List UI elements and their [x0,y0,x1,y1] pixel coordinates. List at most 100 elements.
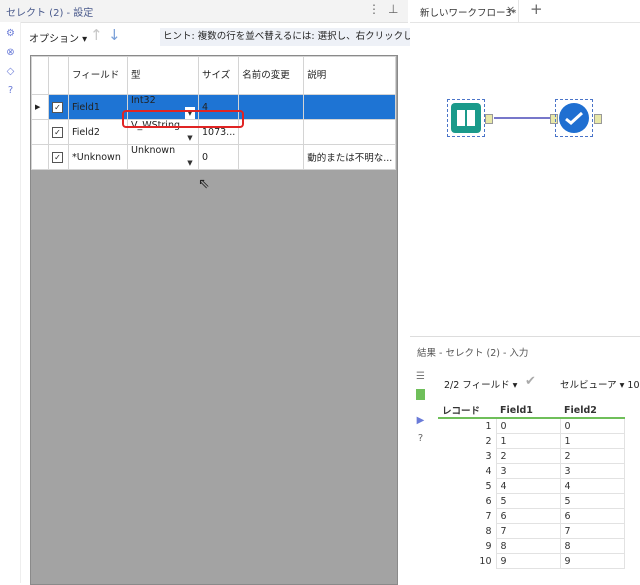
column-header-field1[interactable]: Field1 [496,403,560,419]
rename-cell[interactable] [238,94,305,120]
row-selector[interactable] [31,119,49,145]
data-cell[interactable]: 6 [495,508,561,524]
record-number-cell[interactable]: 9 [438,539,496,554]
record-number-cell[interactable]: 8 [438,524,496,539]
tag-icon[interactable]: ◇ [5,66,16,77]
row-selector[interactable] [31,144,49,170]
column-header-size[interactable]: サイズ [197,56,240,95]
output-anchor[interactable] [485,114,493,124]
column-header-type[interactable]: 型 [127,56,199,95]
record-number-cell[interactable]: 3 [438,449,496,464]
data-cell[interactable]: 0 [495,417,561,434]
help-icon[interactable]: ? [415,433,426,444]
data-cell[interactable]: 7 [559,523,625,539]
more-options-icon[interactable]: ⋮ [368,2,380,16]
table-row[interactable]: 655 [438,493,625,509]
row-checkbox[interactable]: ✓ [48,119,69,145]
checkbox-checked-icon[interactable]: ✓ [52,101,63,113]
checkbox-checked-icon[interactable]: ✓ [52,126,63,138]
pin-icon[interactable]: ⊥ [388,2,398,16]
move-down-icon[interactable]: ↓ [108,26,121,44]
close-icon[interactable]: × [506,3,515,16]
list-icon[interactable]: ☰ [415,371,426,382]
field-name-cell[interactable]: Field2 [68,119,128,145]
move-up-icon[interactable]: ↑ [90,26,103,44]
input-tool[interactable] [447,99,485,137]
workflow-canvas[interactable] [410,23,640,333]
data-cell[interactable]: 8 [559,538,625,554]
tag-icon[interactable]: ▶ [415,415,426,426]
type-dropdown-icon[interactable]: ▼ [185,132,195,144]
field-name-cell[interactable]: Field1 [68,94,128,120]
table-row[interactable]: 877 [438,523,625,539]
gear-icon[interactable]: ⚙ [5,28,16,39]
rename-cell[interactable] [238,144,305,170]
table-row[interactable]: 988 [438,538,625,554]
table-row[interactable]: 322 [438,448,625,464]
data-cell[interactable]: 5 [559,493,625,509]
options-button[interactable]: オプション ▾ [29,30,87,45]
table-row[interactable]: 10 9 9 [438,553,625,569]
table-row[interactable]: 544 [438,478,625,494]
record-number-cell[interactable]: 7 [438,509,496,524]
column-header-field[interactable]: フィールド [68,56,128,95]
type-cell[interactable]: Unknown ▼ [127,144,199,170]
record-number-cell[interactable]: 6 [438,494,496,509]
description-cell[interactable] [303,119,397,145]
table-row[interactable]: 100 [438,417,625,434]
column-header-record[interactable]: レコード [438,403,496,419]
help-icon[interactable]: ? [5,85,16,96]
data-cell[interactable]: 9 [559,553,625,569]
description-cell[interactable]: 動的または不明な... [303,144,397,170]
data-cell[interactable]: 4 [559,478,625,494]
annotation-icon[interactable]: ⊗ [5,47,16,58]
config-toolbar: オプション ▾ ↑ ↓ ヒント: 複数の行を並べ替えるには: 選択し、右クリック… [20,24,411,50]
data-cell[interactable]: 4 [495,478,561,494]
record-number-cell[interactable]: 4 [438,464,496,479]
data-cell[interactable]: 3 [495,463,561,479]
data-cell[interactable]: 6 [559,508,625,524]
row-checkbox[interactable]: ✓ [48,94,69,120]
tab-workflow[interactable]: 新しいワークフロー3* × [410,0,519,22]
record-number-cell[interactable]: 10 [438,554,496,569]
check-icon[interactable]: ✔ [525,374,536,389]
table-row[interactable]: 433 [438,463,625,479]
size-cell[interactable]: 0 [197,144,240,170]
add-tab-icon[interactable]: + [530,0,543,18]
data-cell[interactable]: 1 [559,433,625,449]
table-row[interactable]: 211 [438,433,625,449]
column-header-field2[interactable]: Field2 [560,403,624,419]
rename-cell[interactable] [238,119,305,145]
table-row[interactable]: ✓ *Unknown Unknown ▼ 0 動的または不明な... [31,144,397,170]
column-header-description[interactable]: 説明 [303,56,397,95]
column-header-rename[interactable]: 名前の変更 [238,56,305,95]
record-number-cell[interactable]: 5 [438,479,496,494]
record-number-cell[interactable]: 2 [438,434,496,449]
checkbox-checked-icon[interactable]: ✓ [52,151,63,163]
data-cell[interactable]: 2 [559,448,625,464]
data-cell[interactable]: 5 [495,493,561,509]
type-dropdown-icon[interactable]: ▼ [185,157,195,169]
description-cell[interactable] [303,94,397,120]
select-output-anchor[interactable] [594,114,602,124]
connection-line [494,117,554,119]
data-cell[interactable]: 8 [495,538,561,554]
record-number-cell[interactable]: 1 [438,418,496,434]
row-selector-icon[interactable]: ▶ [31,94,49,120]
results-sidebar: ☰ ▶ ? [410,369,432,584]
select-tool[interactable] [555,99,593,137]
data-cell[interactable]: 3 [559,463,625,479]
data-cell[interactable]: 0 [559,417,625,434]
data-cell[interactable]: 2 [495,448,561,464]
data-cell[interactable]: 1 [495,433,561,449]
book-icon [451,103,481,133]
data-cell[interactable]: 9 [495,553,561,569]
field-name-cell[interactable]: *Unknown [68,144,128,170]
field-count-dropdown[interactable]: 2/2 フィールド ▾ [444,377,517,391]
workflow-tabs: 新しいワークフロー3* × + [410,0,640,23]
table-row[interactable]: 766 [438,508,625,524]
cell-viewer-dropdown[interactable]: セルビューア ▾ 10 [560,377,640,391]
data-cell[interactable]: 7 [495,523,561,539]
row-checkbox[interactable]: ✓ [48,144,69,170]
table-icon[interactable] [416,389,425,400]
